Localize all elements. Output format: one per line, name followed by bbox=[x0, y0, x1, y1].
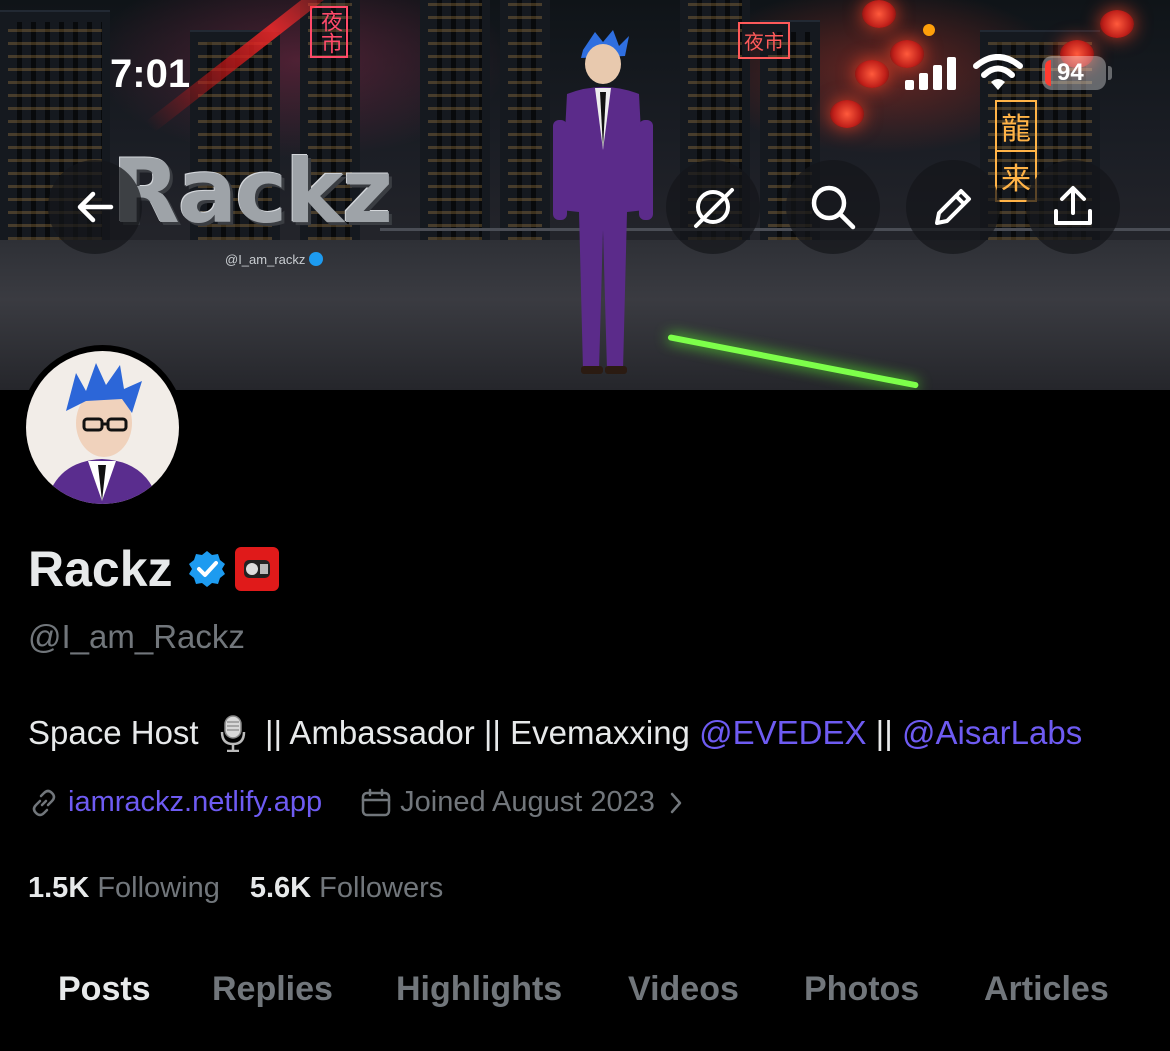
website-link[interactable]: iamrackz.netlify.app bbox=[68, 786, 322, 819]
followers-count: 5.6K bbox=[249, 872, 312, 904]
microphone-icon bbox=[220, 715, 246, 752]
banner-logo-text: Rackz bbox=[112, 140, 393, 243]
affiliate-badge-icon[interactable] bbox=[234, 547, 279, 591]
status-time: 7:01 bbox=[110, 52, 191, 96]
battery-cap bbox=[1108, 66, 1112, 80]
battery-icon: 94 bbox=[1042, 56, 1106, 90]
follow-stats: 1.5K Following 5.6K Followers bbox=[28, 872, 473, 905]
neon-sign: 龍 bbox=[995, 100, 1037, 152]
lantern bbox=[1100, 10, 1134, 38]
wifi-icon bbox=[973, 54, 1023, 90]
display-name: Rackz bbox=[28, 541, 173, 597]
followers-label: Followers bbox=[319, 872, 444, 904]
search-icon bbox=[811, 185, 856, 230]
lantern bbox=[855, 60, 889, 88]
profile-handle: @I_am_Rackz bbox=[28, 618, 245, 655]
following-stat[interactable]: 1.5K Following bbox=[28, 872, 220, 905]
bio-mention-link[interactable]: @AisarLabs bbox=[902, 714, 1082, 751]
privacy-indicator bbox=[923, 24, 935, 36]
followers-stat[interactable]: 5.6K Followers bbox=[250, 872, 443, 905]
neon-sign: 夜市 bbox=[310, 6, 348, 58]
following-count: 1.5K bbox=[28, 872, 90, 904]
bio-text: Space Host bbox=[28, 714, 199, 751]
joined-date[interactable]: Joined August 2023 bbox=[400, 786, 655, 819]
link-icon bbox=[32, 789, 56, 816]
share-icon bbox=[1054, 186, 1092, 225]
profile-meta: iamrackz.netlify.app Joined August 2023 bbox=[28, 786, 687, 819]
profile-tabs: Posts Replies Highlights Videos Photos A… bbox=[0, 970, 1170, 1030]
lantern bbox=[830, 100, 864, 128]
bio-separator: || bbox=[875, 714, 893, 751]
chevron-right-icon[interactable] bbox=[665, 790, 687, 816]
building bbox=[420, 0, 490, 260]
edit-button[interactable] bbox=[906, 160, 1000, 254]
bio-text: || Ambassador || Evemaxxing bbox=[264, 714, 690, 751]
affiliate-logo-icon bbox=[243, 560, 270, 578]
tab-posts[interactable]: Posts bbox=[58, 970, 151, 1009]
arrow-left-icon bbox=[77, 191, 114, 223]
banner-handle: @I_am_rackz bbox=[225, 252, 324, 267]
neon-sign: 夜市 bbox=[738, 22, 790, 59]
tab-highlights[interactable]: Highlights bbox=[396, 970, 562, 1009]
battery-level: 94 bbox=[1057, 59, 1084, 86]
profile-banner[interactable]: 夜市 夜市 龍 来 Rackz @I_am_rackz 7:01 94 bbox=[0, 0, 1170, 390]
search-button[interactable] bbox=[786, 160, 880, 254]
profile-bio: Space Host || Ambassador || Evemaxxing @… bbox=[28, 714, 1082, 752]
back-button[interactable] bbox=[48, 160, 142, 254]
character-illustration bbox=[553, 30, 653, 374]
pencil-icon bbox=[935, 189, 971, 225]
following-label: Following bbox=[97, 872, 220, 904]
verified-badge-icon[interactable] bbox=[187, 549, 227, 589]
lantern bbox=[862, 0, 896, 28]
profile-avatar[interactable] bbox=[20, 345, 185, 510]
tab-photos[interactable]: Photos bbox=[804, 970, 919, 1009]
calendar-icon bbox=[361, 788, 391, 816]
grok-button[interactable] bbox=[666, 160, 760, 254]
share-button[interactable] bbox=[1026, 160, 1120, 254]
avatar-illustration bbox=[26, 351, 179, 504]
profile-name-row: Rackz bbox=[28, 540, 279, 598]
building bbox=[500, 0, 550, 260]
grok-icon bbox=[694, 188, 734, 228]
tab-videos[interactable]: Videos bbox=[628, 970, 739, 1009]
cellular-signal-icon bbox=[905, 56, 959, 90]
tab-replies[interactable]: Replies bbox=[212, 970, 333, 1009]
bio-mention-link[interactable]: @EVEDEX bbox=[699, 714, 866, 751]
tab-articles[interactable]: Articles bbox=[984, 970, 1109, 1009]
